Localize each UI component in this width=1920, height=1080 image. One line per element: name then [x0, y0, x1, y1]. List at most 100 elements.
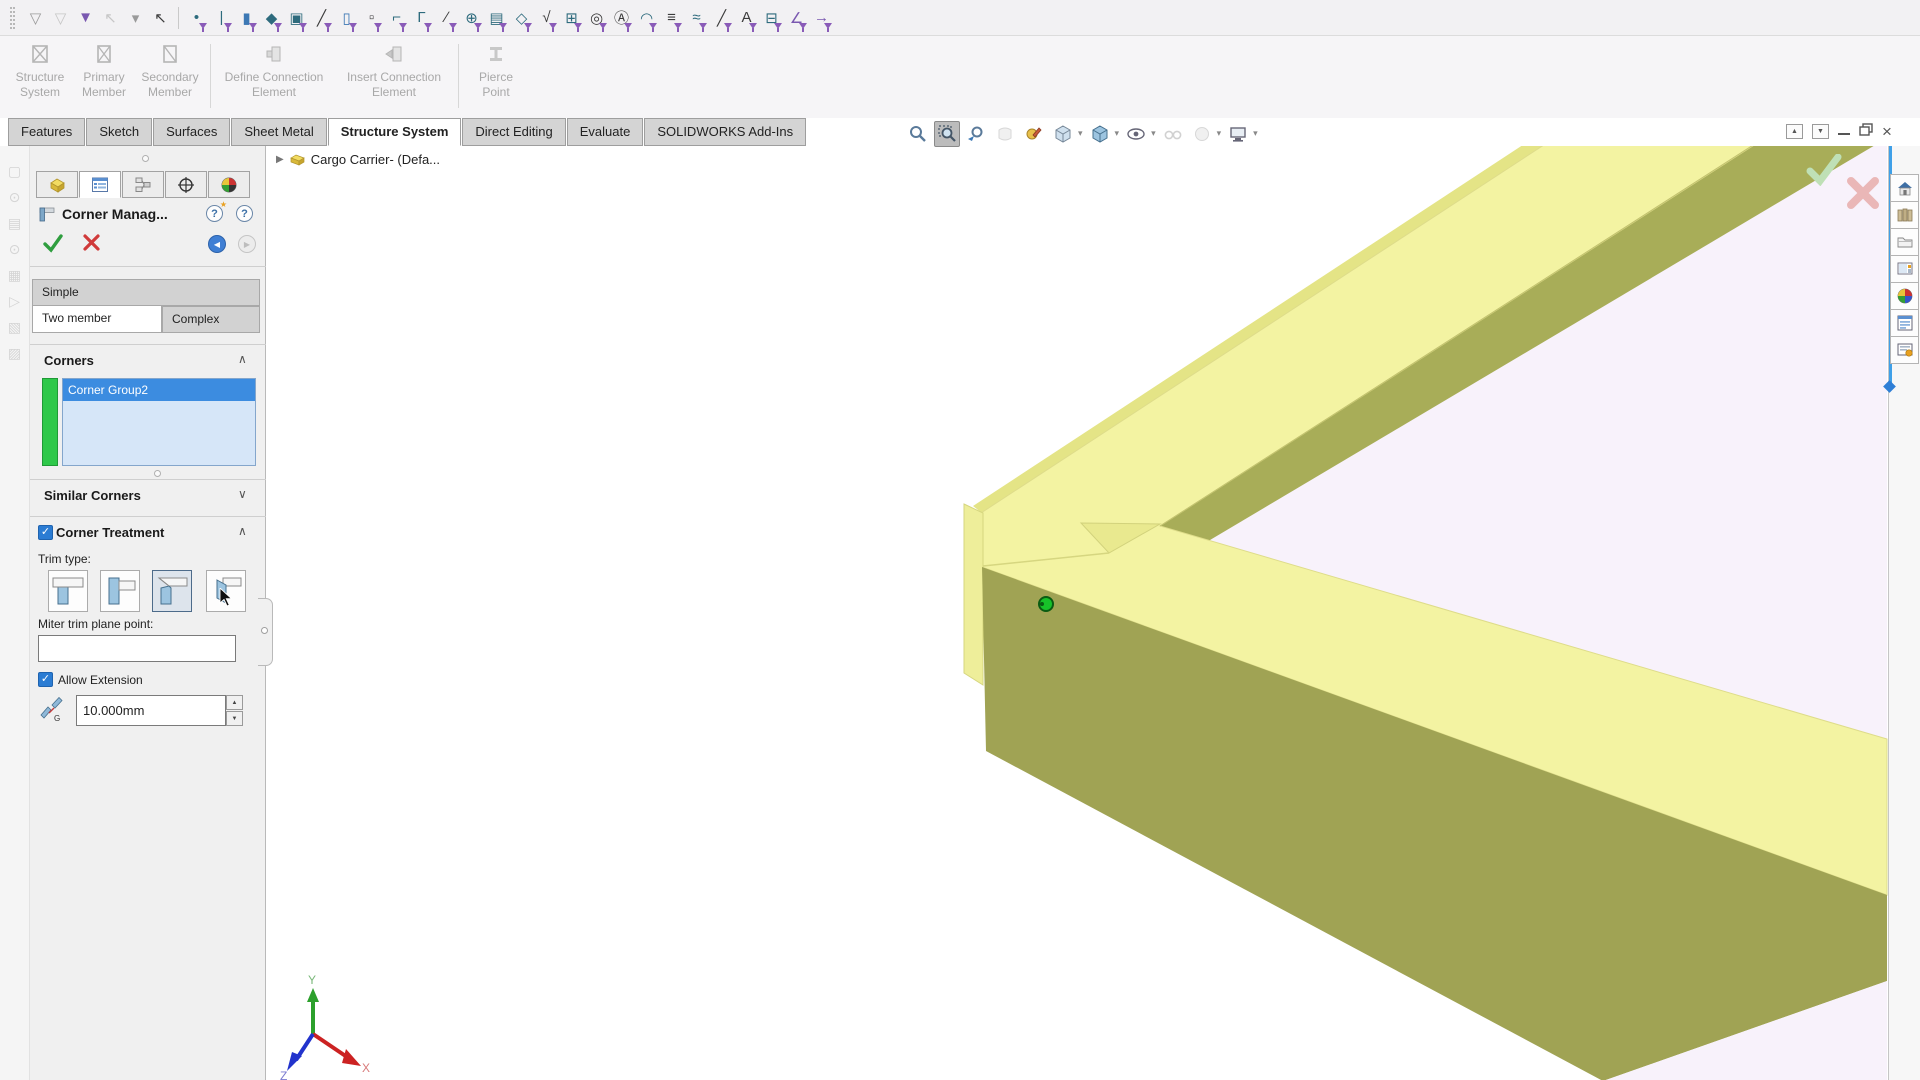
- document-export-icon[interactable]: ▷: [4, 288, 26, 314]
- block-filter-icon[interactable]: A: [734, 4, 759, 32]
- view-palette-icon[interactable]: [1890, 255, 1919, 283]
- options-monitor-caret[interactable]: ▾: [1253, 128, 1258, 139]
- edit-appearance-icon[interactable]: [1021, 121, 1047, 147]
- cancel-button[interactable]: [82, 233, 101, 255]
- insert-connection-element-button[interactable]: Insert Connection Element: [334, 42, 454, 100]
- tab-simple[interactable]: Simple: [32, 279, 260, 306]
- chevron-down-icon[interactable]: ∨: [238, 487, 247, 501]
- trim-first-body-button[interactable]: [48, 570, 88, 612]
- centerline-filter-icon[interactable]: ∕: [434, 4, 459, 32]
- origin-filter-icon[interactable]: ⊕: [459, 4, 484, 32]
- corner-treatment-section-header[interactable]: Corner Treatment: [56, 525, 164, 540]
- home-icon[interactable]: [1890, 174, 1919, 202]
- sketch-filter-icon[interactable]: ⌐: [384, 4, 409, 32]
- beam-end-face[interactable]: [964, 504, 983, 685]
- edge-filter-icon[interactable]: |: [209, 4, 234, 32]
- view-settings-icon[interactable]: [1189, 121, 1215, 147]
- coordinate-system-filter-icon[interactable]: ▤: [484, 4, 509, 32]
- image-cut-icon[interactable]: ▨: [4, 340, 26, 366]
- view-settings-caret[interactable]: ▾: [1217, 128, 1222, 139]
- primary-member-button[interactable]: Primary Member: [72, 42, 136, 100]
- pierce-point-button[interactable]: Pierce Point: [462, 42, 530, 100]
- tab-two-member[interactable]: Two member: [32, 306, 162, 333]
- miter-trim-plane-point-input[interactable]: [38, 635, 236, 662]
- tab-structure-system[interactable]: Structure System: [328, 118, 462, 146]
- define-connection-element-button[interactable]: Define Connection Element: [214, 42, 334, 100]
- design-library-icon[interactable]: [1890, 201, 1919, 229]
- minimize-button[interactable]: [1838, 133, 1850, 135]
- unlock-icon[interactable]: ⊙: [4, 184, 26, 210]
- table-filter-icon[interactable]: ⊟: [759, 4, 784, 32]
- confirmation-ok-ghost-icon[interactable]: [1806, 154, 1842, 189]
- spinner-up-button[interactable]: ▲: [226, 695, 243, 710]
- tab-complex[interactable]: Complex: [162, 306, 260, 333]
- configuration-manager-tab[interactable]: [122, 171, 164, 198]
- ok-button[interactable]: [42, 232, 64, 257]
- extension-length-input[interactable]: [76, 695, 226, 726]
- hatch-filter-icon[interactable]: ≡: [659, 4, 684, 32]
- tab-sheet-metal[interactable]: Sheet Metal: [231, 118, 326, 146]
- corners-section-header[interactable]: Corners: [44, 353, 94, 368]
- tab-features[interactable]: Features: [8, 118, 85, 146]
- search-magnifier-icon[interactable]: ⊙: [4, 236, 26, 262]
- apply-scene-caret[interactable]: ▾: [1078, 128, 1083, 139]
- section-view-icon[interactable]: [992, 121, 1018, 147]
- feature-tree-root[interactable]: ▶ Cargo Carrier- (Defa...: [276, 152, 440, 167]
- select-cursor-ghost-icon[interactable]: ↖: [98, 4, 123, 32]
- previous-view-icon[interactable]: [963, 121, 989, 147]
- zoom-to-fit-icon[interactable]: [905, 121, 931, 147]
- feature-manager-tab[interactable]: [36, 171, 78, 198]
- forum-icon[interactable]: [1890, 336, 1919, 364]
- vertex-filter-icon[interactable]: •: [184, 4, 209, 32]
- surface-finish-filter-icon[interactable]: √: [534, 4, 559, 32]
- hide-show-items-icon[interactable]: [1160, 121, 1186, 147]
- property-manager-tab[interactable]: [79, 171, 121, 198]
- structure-system-button[interactable]: Structure System: [8, 42, 72, 100]
- appearances-scenes-icon[interactable]: [1890, 282, 1919, 310]
- corner-group-listbox[interactable]: Corner Group2: [62, 378, 256, 466]
- select-dropdown-caret[interactable]: ▾: [123, 4, 148, 32]
- spinner-down-button[interactable]: ▼: [226, 711, 243, 726]
- image-icon[interactable]: ▧: [4, 314, 26, 340]
- keep-visible-back-icon[interactable]: ◀: [208, 235, 226, 253]
- dimxpert-manager-tab[interactable]: [165, 171, 207, 198]
- collapse-ribbon-down-button[interactable]: ▼: [1812, 124, 1829, 139]
- trim-full-body-button[interactable]: [100, 570, 140, 612]
- filter-clear-all-icon[interactable]: ▽: [48, 4, 73, 32]
- select-cursor-icon[interactable]: ↖: [148, 4, 173, 32]
- file-explorer-icon[interactable]: [1890, 228, 1919, 256]
- collapse-ribbon-up-button[interactable]: ▲: [1786, 124, 1803, 139]
- display-style-caret[interactable]: ▾: [1151, 128, 1156, 139]
- corner-group-item[interactable]: Corner Group2: [63, 379, 255, 401]
- trim-miter-button[interactable]: [152, 570, 192, 612]
- note-filter-icon[interactable]: ◎: [584, 4, 609, 32]
- restore-button[interactable]: [1859, 123, 1873, 139]
- surface-body-filter-icon[interactable]: ◆: [259, 4, 284, 32]
- angle-filter-icon[interactable]: ∠: [784, 4, 809, 32]
- tab-direct-editing[interactable]: Direct Editing: [462, 118, 565, 146]
- sketch-point-filter-icon[interactable]: ▫: [359, 4, 384, 32]
- dimension-filter-icon[interactable]: ⊞: [559, 4, 584, 32]
- view-orientation-icon[interactable]: [1087, 121, 1113, 147]
- sketch-segment-filter-icon[interactable]: Γ: [409, 4, 434, 32]
- secondary-member-button[interactable]: Secondary Member: [136, 42, 204, 100]
- whats-new-help-icon[interactable]: ?★: [206, 205, 223, 222]
- options-monitor-icon[interactable]: [1225, 121, 1251, 147]
- database-icon[interactable]: ▤: [4, 210, 26, 236]
- view-orientation-caret[interactable]: ▾: [1115, 128, 1120, 139]
- confirmation-cancel-ghost-icon[interactable]: [1846, 176, 1880, 213]
- filter-stack-icon[interactable]: ▼: [73, 4, 98, 32]
- tree-expand-arrow[interactable]: ▶: [276, 154, 284, 165]
- tab-evaluate[interactable]: Evaluate: [567, 118, 644, 146]
- corner-treatment-checkbox[interactable]: ✓: [38, 525, 53, 540]
- custom-properties-icon[interactable]: [1890, 309, 1919, 337]
- curve-filter-icon[interactable]: ◠: [634, 4, 659, 32]
- similar-corners-section-header[interactable]: Similar Corners: [44, 488, 141, 503]
- panel-resize-handle[interactable]: [142, 155, 149, 162]
- axis-filter-icon[interactable]: ╱: [309, 4, 334, 32]
- midpoint-filter-icon[interactable]: ◇: [509, 4, 534, 32]
- toolbar-drag-grip[interactable]: [10, 7, 15, 29]
- apply-scene-icon[interactable]: [1050, 121, 1076, 147]
- detail-circle-filter-icon[interactable]: ≈: [684, 4, 709, 32]
- annotation-filter-icon[interactable]: Ⓐ: [609, 4, 634, 32]
